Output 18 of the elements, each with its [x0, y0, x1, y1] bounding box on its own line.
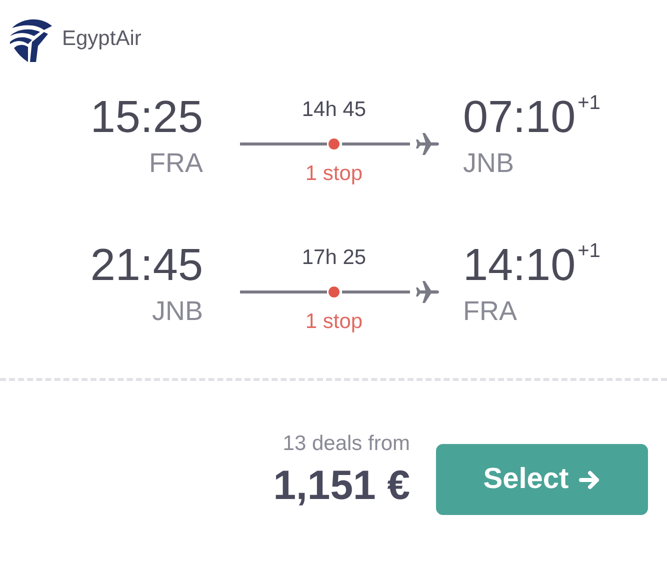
departure-airport: FRA [149, 148, 203, 178]
departure-time: 15:25 [90, 92, 203, 142]
day-offset: +1 [578, 240, 600, 262]
departure-time: 21:45 [90, 240, 203, 290]
flight-duration: 17h 25 [300, 246, 368, 270]
price: 1,151 € [273, 461, 410, 509]
deals-label: 13 deals from [282, 431, 410, 457]
stops-label: 1 stop [304, 162, 364, 186]
departure-airport: JNB [152, 296, 203, 326]
stops-label: 1 stop [304, 310, 364, 334]
select-button[interactable]: Select [436, 444, 648, 515]
arrival-airport: FRA [463, 296, 517, 326]
arrival-time: 14:10 [463, 240, 576, 290]
flight-duration: 14h 45 [300, 98, 368, 122]
day-offset: +1 [578, 92, 600, 114]
airline-name: EgyptAir [62, 27, 142, 51]
arrival-airport: JNB [463, 148, 514, 178]
arrival-time: 07:10 [463, 92, 576, 142]
